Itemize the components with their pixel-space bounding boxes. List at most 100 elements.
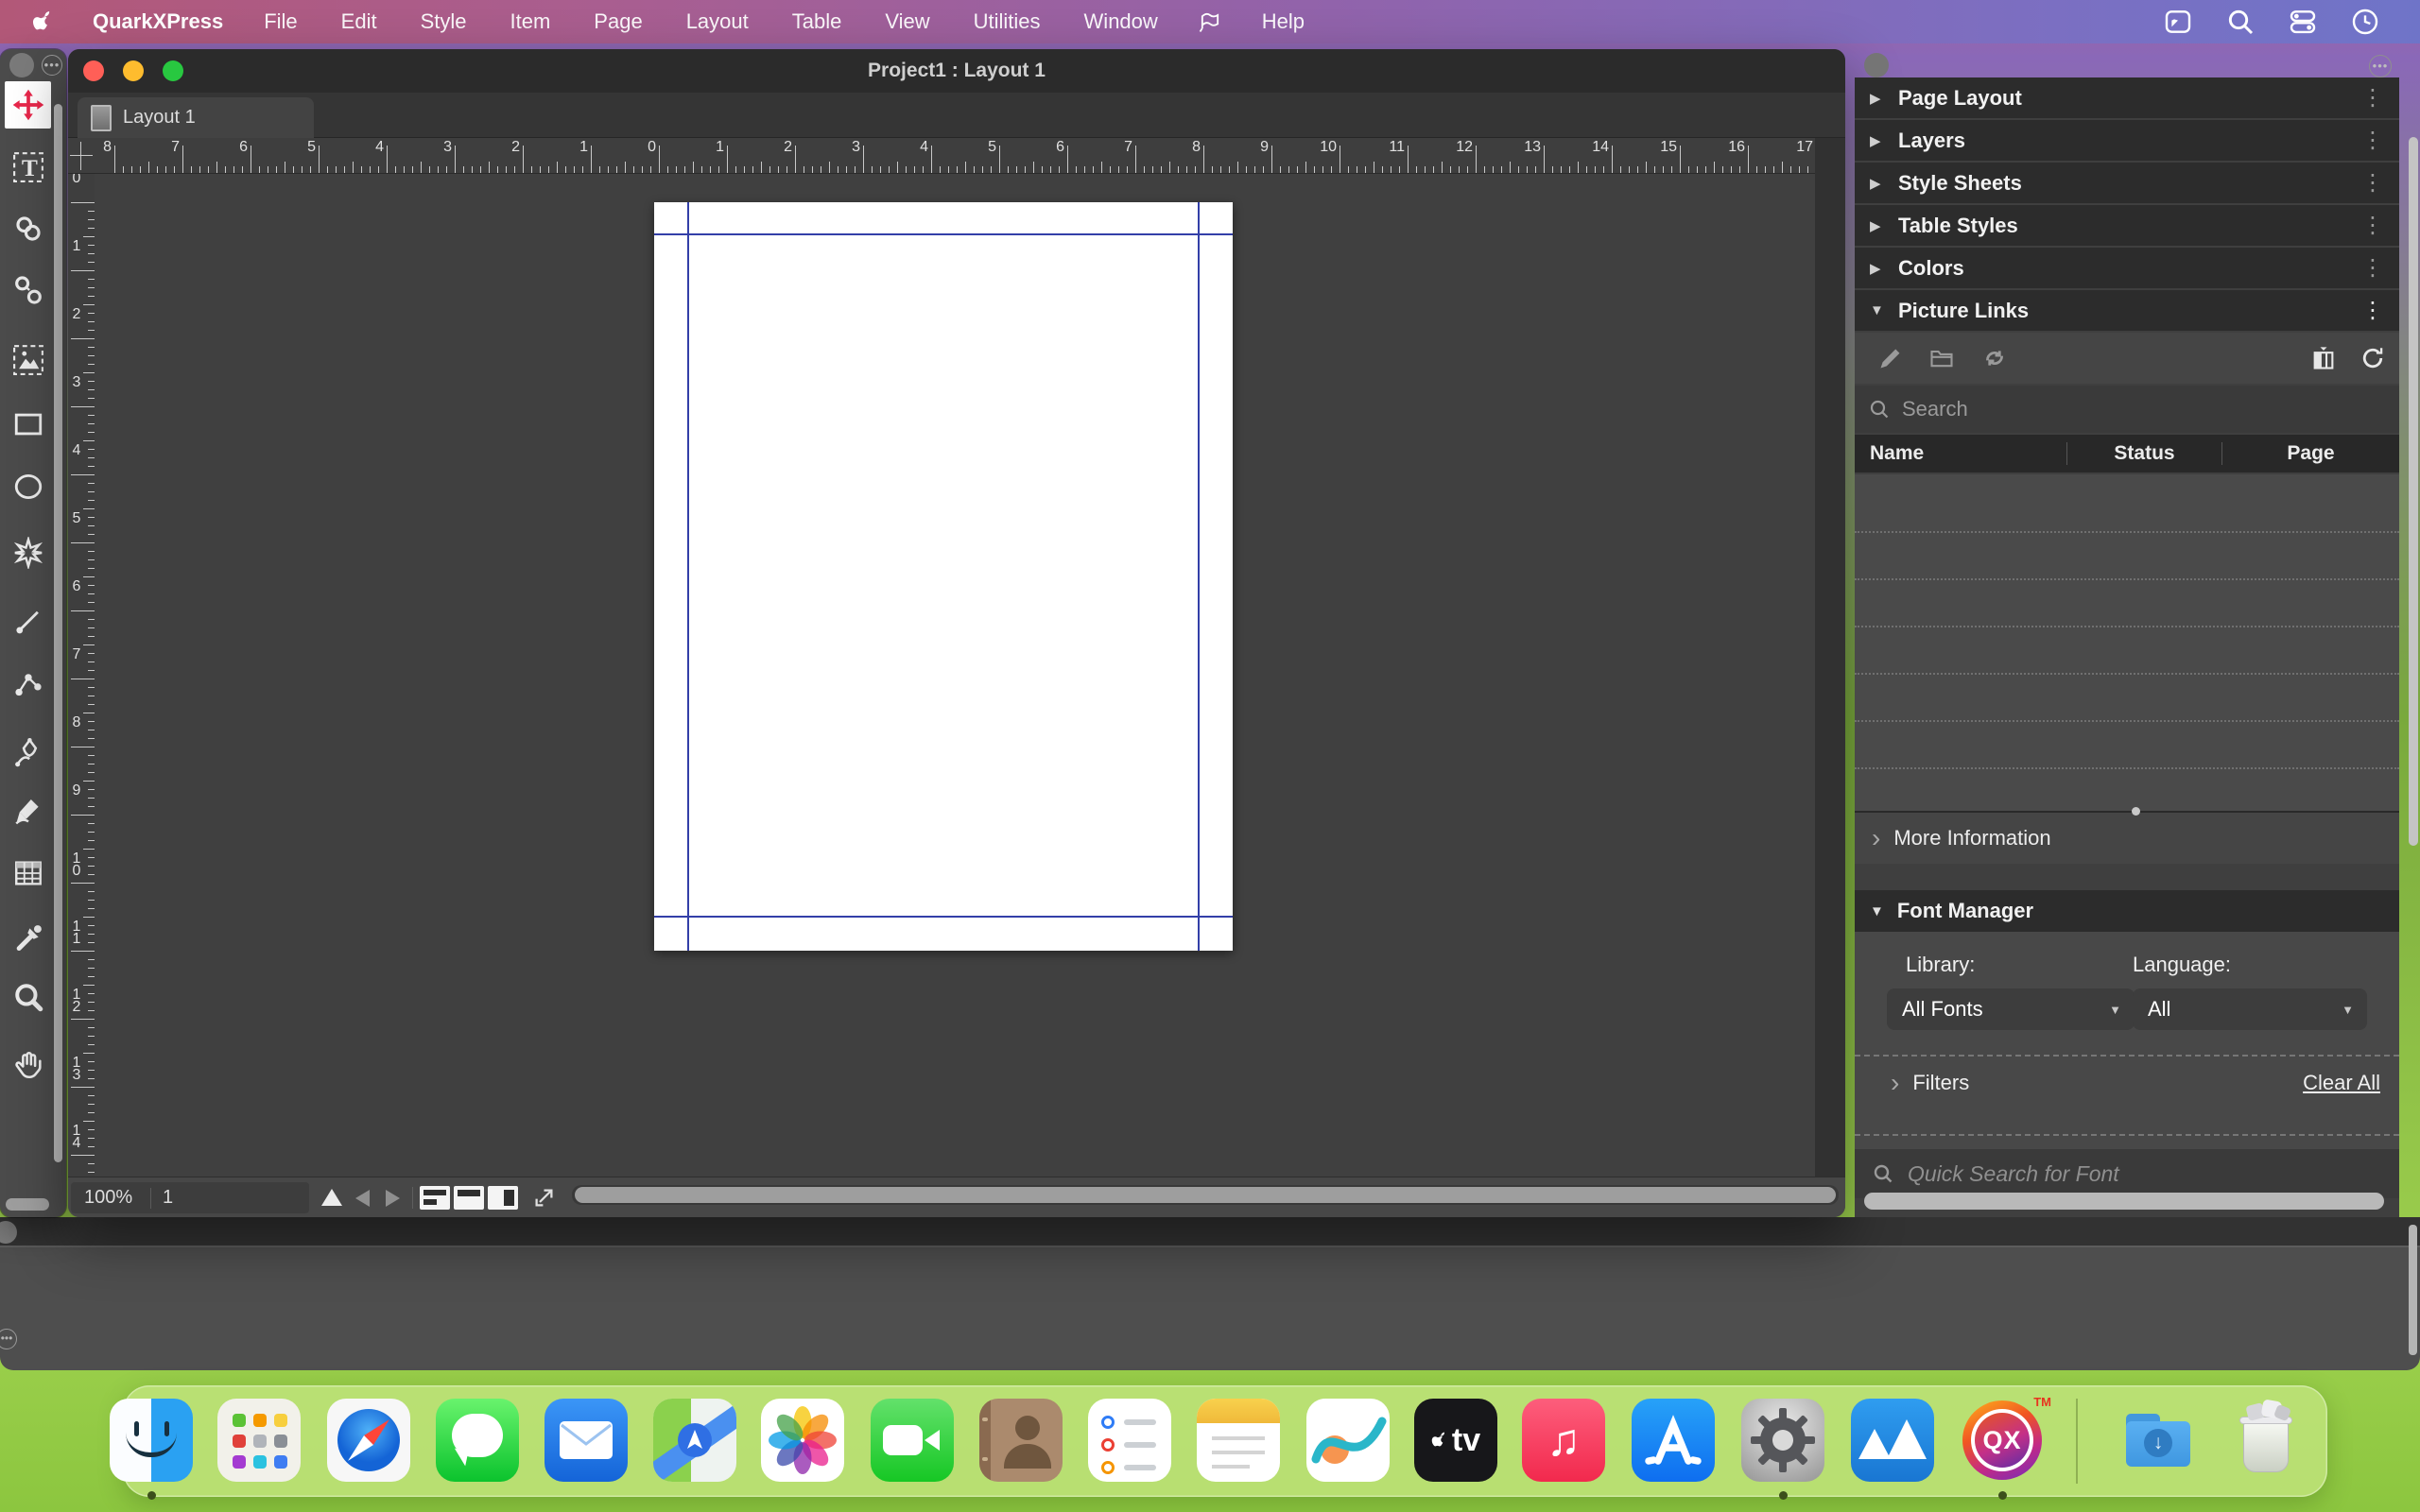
eyedropper-tool[interactable] [10,920,46,956]
panel-menu-icon[interactable]: ⋮ [2361,127,2384,154]
zoom-tool[interactable] [10,979,46,1015]
export-view-icon[interactable] [531,1185,557,1211]
palette-hscrollbar[interactable] [1864,1193,2384,1210]
background-window-button[interactable] [0,1221,17,1244]
dock-freeform-icon[interactable] [1306,1399,1390,1482]
tools-hscrollbar[interactable] [6,1198,49,1211]
clear-all-link[interactable]: Clear All [2303,1071,2382,1095]
palette-close-button[interactable] [9,53,34,77]
line-tool[interactable] [10,603,46,639]
reveal-in-finder-icon[interactable] [1928,345,1955,371]
view-mode-spread-button[interactable] [420,1186,450,1210]
dock-photos-icon[interactable] [761,1399,844,1482]
dock-maps-icon[interactable] [653,1399,736,1482]
add-point-tool[interactable] [10,666,46,702]
panel-header-page-layout[interactable]: ▶Page Layout⋮ [1855,77,2399,118]
tab-layout-1[interactable]: Layout 1 [78,97,314,138]
text-unlinking-tool[interactable] [10,272,46,308]
starburst-tool[interactable] [10,535,46,571]
background-window-scrollbar[interactable] [2409,1225,2417,1355]
font-manager-header[interactable]: ▼ Font Manager [1855,890,2399,932]
menu-item-view[interactable]: View [863,9,951,34]
panel-splitter[interactable] [1855,811,2399,813]
page-1[interactable] [654,202,1233,951]
zoom-level-field[interactable]: 100% [71,1187,150,1209]
palette-dock-more-icon[interactable]: ••• [2369,55,2392,77]
horizontal-scrollbar[interactable] [572,1185,1839,1205]
menu-item-file[interactable]: File [242,9,319,34]
column-options-icon[interactable] [2310,345,2337,371]
edit-original-icon[interactable] [1877,345,1904,371]
column-name[interactable]: Name [1855,442,2066,465]
panel-header-layers[interactable]: ▶Layers⋮ [1855,120,2399,161]
background-window-more-icon[interactable]: ••• [0,1329,17,1349]
rectangle-box-tool[interactable] [10,406,46,442]
panel-menu-icon[interactable]: ⋮ [2361,169,2384,197]
freehand-drawing-tool[interactable] [10,793,46,829]
dock-appletv-icon[interactable]: tv [1414,1399,1497,1482]
script-menu-icon[interactable] [1180,9,1240,35]
panel-menu-icon[interactable]: ⋮ [2361,84,2384,112]
dock-mountains-icon[interactable] [1851,1399,1934,1482]
menu-item-help[interactable]: Help [1240,9,1326,34]
font-quick-search-input[interactable] [1908,1161,2382,1187]
menu-item-edit[interactable]: Edit [320,9,399,34]
picture-content-tool[interactable] [10,342,46,378]
menu-item-item[interactable]: Item [489,9,573,34]
dock-settings-icon[interactable] [1741,1399,1824,1482]
dock-facetime-icon[interactable] [871,1399,954,1482]
page-number-field[interactable]: 1 [151,1187,173,1209]
pan-tool[interactable] [10,1047,46,1083]
dock-finder-icon[interactable] [110,1399,193,1482]
panel-header-style-sheets[interactable]: ▶Style Sheets⋮ [1855,163,2399,203]
dock-safari-icon[interactable] [327,1399,410,1482]
dock-contacts-icon[interactable] [979,1399,1063,1482]
menu-item-page[interactable]: Page [572,9,664,34]
dock-messages-icon[interactable] [436,1399,519,1482]
previous-page-button[interactable] [355,1190,370,1207]
dock-reminders-icon[interactable] [1088,1399,1171,1482]
dock-trash-icon[interactable] [2224,1399,2308,1482]
panel-menu-icon[interactable]: ⋮ [2361,254,2384,282]
splitter-handle-icon[interactable] [2132,807,2140,816]
palette-dock-button[interactable] [1864,53,1889,77]
menu-item-layout[interactable]: Layout [665,9,770,34]
palette-more-icon[interactable]: ••• [42,55,62,76]
dock-mail-icon[interactable] [544,1399,628,1482]
dock-notes-icon[interactable] [1197,1399,1280,1482]
view-mode-page-button[interactable] [454,1186,484,1210]
dock-quarkxpress-icon[interactable]: QXTM [1961,1399,2044,1482]
dock-downloads-icon[interactable]: ↓ [2117,1399,2200,1482]
panel-menu-icon[interactable]: ⋮ [2361,297,2384,324]
dock-launchpad-icon[interactable] [217,1399,301,1482]
spotlight-search-icon[interactable] [2225,7,2256,37]
dock-music-icon[interactable]: ♫ [1522,1399,1605,1482]
tools-scrollbar[interactable] [54,104,62,1162]
menu-item-style[interactable]: Style [399,9,489,34]
picture-links-list[interactable] [1855,474,2399,811]
panel-menu-icon[interactable]: ⋮ [2361,212,2384,239]
table-tool[interactable] [10,855,46,891]
refresh-list-icon[interactable] [2360,345,2386,371]
update-link-icon[interactable] [1981,345,2008,371]
clock-icon[interactable] [2350,7,2380,37]
language-select[interactable]: All ▼ [2133,988,2367,1030]
apple-menu-icon[interactable] [32,9,57,34]
menu-item-window[interactable]: Window [1063,9,1180,34]
background-window[interactable]: ••• [0,1217,2420,1370]
horizontal-ruler[interactable]: 8765432101234567891011121314151617 [95,138,1815,174]
dock-appstore-icon[interactable] [1632,1399,1715,1482]
library-select[interactable]: All Fonts ▼ [1887,988,2135,1030]
horizontal-scrollbar-thumb[interactable] [575,1187,1836,1203]
text-linking-tool[interactable] [10,211,46,247]
panel-header-colors[interactable]: ▶Colors⋮ [1855,248,2399,288]
next-page-button[interactable] [386,1190,400,1207]
more-information-toggle[interactable]: › More Information [1855,813,2399,864]
bezier-pen-tool[interactable] [10,734,46,770]
column-page[interactable]: Page [2221,442,2399,465]
picture-links-search-input[interactable] [1902,397,2386,421]
menu-item-table[interactable]: Table [770,9,864,34]
panel-header-picture-links[interactable]: ▼Picture Links⋮ [1855,290,2399,331]
window-titlebar[interactable]: Project1 : Layout 1 [68,49,1845,93]
menu-item-utilities[interactable]: Utilities [952,9,1063,34]
